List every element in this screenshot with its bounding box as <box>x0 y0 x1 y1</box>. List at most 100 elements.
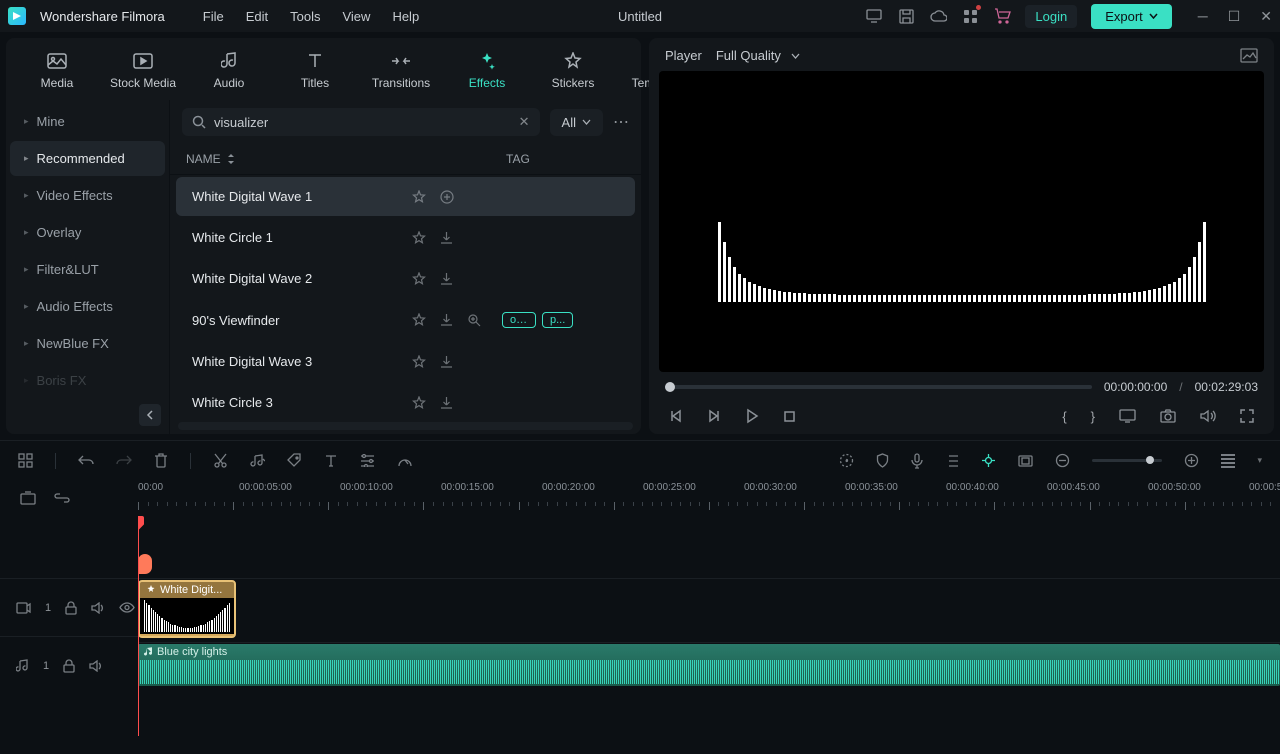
list-row[interactable]: White Digital Wave 1 <box>176 177 635 216</box>
redo-icon[interactable] <box>116 455 132 467</box>
link-icon[interactable] <box>54 493 70 503</box>
auto-fit-icon[interactable] <box>20 491 36 505</box>
save-icon[interactable] <box>897 7 915 25</box>
tab-effects[interactable]: Effects <box>446 44 528 100</box>
download-icon[interactable] <box>440 355 453 369</box>
cloud-icon[interactable] <box>929 7 947 25</box>
tab-transitions[interactable]: Transitions <box>360 44 442 100</box>
audio-clip[interactable]: Blue city lights <box>138 644 1280 686</box>
menu-view[interactable]: View <box>342 9 370 24</box>
star-icon[interactable] <box>412 396 426 410</box>
minimize-icon[interactable]: ─ <box>1198 8 1208 25</box>
audio-track-lock-icon[interactable] <box>63 659 75 673</box>
login-button[interactable]: Login <box>1025 5 1077 28</box>
sidebar-item-boris-fx[interactable]: ▸Boris FX <box>10 363 165 398</box>
download-icon[interactable] <box>440 313 453 327</box>
adjust-icon[interactable] <box>360 454 375 467</box>
tab-media[interactable]: Media <box>16 44 98 100</box>
more-options-icon[interactable]: ⋯ <box>613 112 629 132</box>
star-icon[interactable] <box>412 231 426 245</box>
crop-icon[interactable] <box>1018 455 1033 467</box>
sidebar-item-overlay[interactable]: ▸Overlay <box>10 215 165 250</box>
device-icon[interactable] <box>865 7 883 25</box>
search-input-wrapper[interactable]: ✕ <box>182 108 540 136</box>
mark-in-icon[interactable]: { <box>1062 409 1066 424</box>
col-tag-label[interactable]: TAG <box>506 152 530 166</box>
timeline-ruler[interactable]: 00:0000:00:05:0000:00:10:0000:00:15:0000… <box>138 480 1280 516</box>
mark-out-icon[interactable]: } <box>1091 409 1095 424</box>
audio-track-mute-icon[interactable] <box>89 660 103 672</box>
track-lanes[interactable]: White Digit... Blue city lights <box>138 516 1280 736</box>
speed-icon[interactable] <box>397 454 413 468</box>
zoom-slider[interactable] <box>1092 459 1162 462</box>
zoom-out-icon[interactable] <box>1055 453 1070 468</box>
display-icon[interactable] <box>1119 409 1136 423</box>
sort-icon[interactable] <box>227 154 235 164</box>
render-icon[interactable] <box>839 453 854 468</box>
video-track-icon[interactable] <box>16 602 31 614</box>
cart-icon[interactable] <box>993 7 1011 25</box>
sidebar-item-audio-effects[interactable]: ▸Audio Effects <box>10 289 165 324</box>
play-backward-icon[interactable] <box>707 409 721 423</box>
tag-chip[interactable]: overlay <box>502 312 536 328</box>
menu-tools[interactable]: Tools <box>290 9 320 24</box>
mic-icon[interactable] <box>911 453 923 469</box>
view-mode-chevron-icon[interactable]: ▾ <box>1257 455 1262 466</box>
list-row[interactable]: 90's Viewfinderoverlayp... <box>176 300 635 340</box>
menu-file[interactable]: File <box>203 9 224 24</box>
sidebar-item-mine[interactable]: ▸Mine <box>10 104 165 139</box>
list-row[interactable]: White Digital Wave 3 <box>176 342 635 381</box>
export-button[interactable]: Export <box>1091 4 1172 29</box>
camera-icon[interactable] <box>1160 409 1176 423</box>
list-row[interactable]: White Digital Wave 2 <box>176 259 635 298</box>
play-icon[interactable] <box>745 408 759 424</box>
tab-stock-media[interactable]: Stock Media <box>102 44 184 100</box>
menu-help[interactable]: Help <box>392 9 419 24</box>
prev-frame-icon[interactable] <box>669 409 683 423</box>
stop-icon[interactable] <box>783 410 796 423</box>
sidebar-item-recommended[interactable]: ▸Recommended <box>10 141 165 176</box>
tag-tool-icon[interactable] <box>287 453 302 468</box>
sidebar-item-newblue-fx[interactable]: ▸NewBlue FX <box>10 326 165 361</box>
star-icon[interactable] <box>412 355 426 369</box>
sidebar-item-filter-lut[interactable]: ▸Filter&LUT <box>10 252 165 287</box>
sidebar-collapse-button[interactable] <box>139 404 161 426</box>
col-name-label[interactable]: NAME <box>186 152 221 166</box>
horizontal-scrollbar[interactable] <box>178 422 633 430</box>
view-mode-icon[interactable] <box>1221 454 1235 468</box>
playback-scrubber[interactable] <box>665 385 1092 389</box>
star-icon[interactable] <box>412 190 426 204</box>
search-input[interactable] <box>214 115 511 130</box>
star-icon[interactable] <box>412 313 426 327</box>
text-tool-icon[interactable] <box>324 454 338 468</box>
track-mute-icon[interactable] <box>91 602 105 614</box>
maximize-icon[interactable]: ☐ <box>1228 8 1241 25</box>
delete-icon[interactable] <box>154 453 168 468</box>
tab-audio[interactable]: Audio <box>188 44 270 100</box>
undo-icon[interactable] <box>78 455 94 467</box>
download-icon[interactable] <box>440 396 453 410</box>
tab-titles[interactable]: Titles <box>274 44 356 100</box>
list-icon[interactable] <box>945 454 959 467</box>
marker-icon[interactable] <box>981 453 996 468</box>
playhead[interactable] <box>138 516 139 736</box>
list-row[interactable]: White Circle 3 <box>176 383 635 418</box>
apps-icon[interactable] <box>961 7 979 25</box>
star-icon[interactable] <box>412 272 426 286</box>
preview-viewport[interactable] <box>659 71 1264 372</box>
sidebar-item-video-effects[interactable]: ▸Video Effects <box>10 178 165 213</box>
expand-icon[interactable] <box>467 313 481 327</box>
track-lock-icon[interactable] <box>65 601 77 615</box>
tab-stickers[interactable]: Stickers <box>532 44 614 100</box>
volume-icon[interactable] <box>1200 409 1216 423</box>
snapshot-panel-icon[interactable] <box>1240 48 1258 63</box>
filter-dropdown[interactable]: All <box>550 109 603 136</box>
fullscreen-icon[interactable] <box>1240 409 1254 423</box>
cut-icon[interactable] <box>213 453 228 468</box>
list-row[interactable]: White Circle 1 <box>176 218 635 257</box>
plus-icon[interactable] <box>440 190 454 204</box>
timeline-marker[interactable] <box>138 554 152 574</box>
zoom-in-icon[interactable] <box>1184 453 1199 468</box>
tag-chip[interactable]: p... <box>542 312 573 328</box>
grid-icon[interactable] <box>18 453 33 468</box>
